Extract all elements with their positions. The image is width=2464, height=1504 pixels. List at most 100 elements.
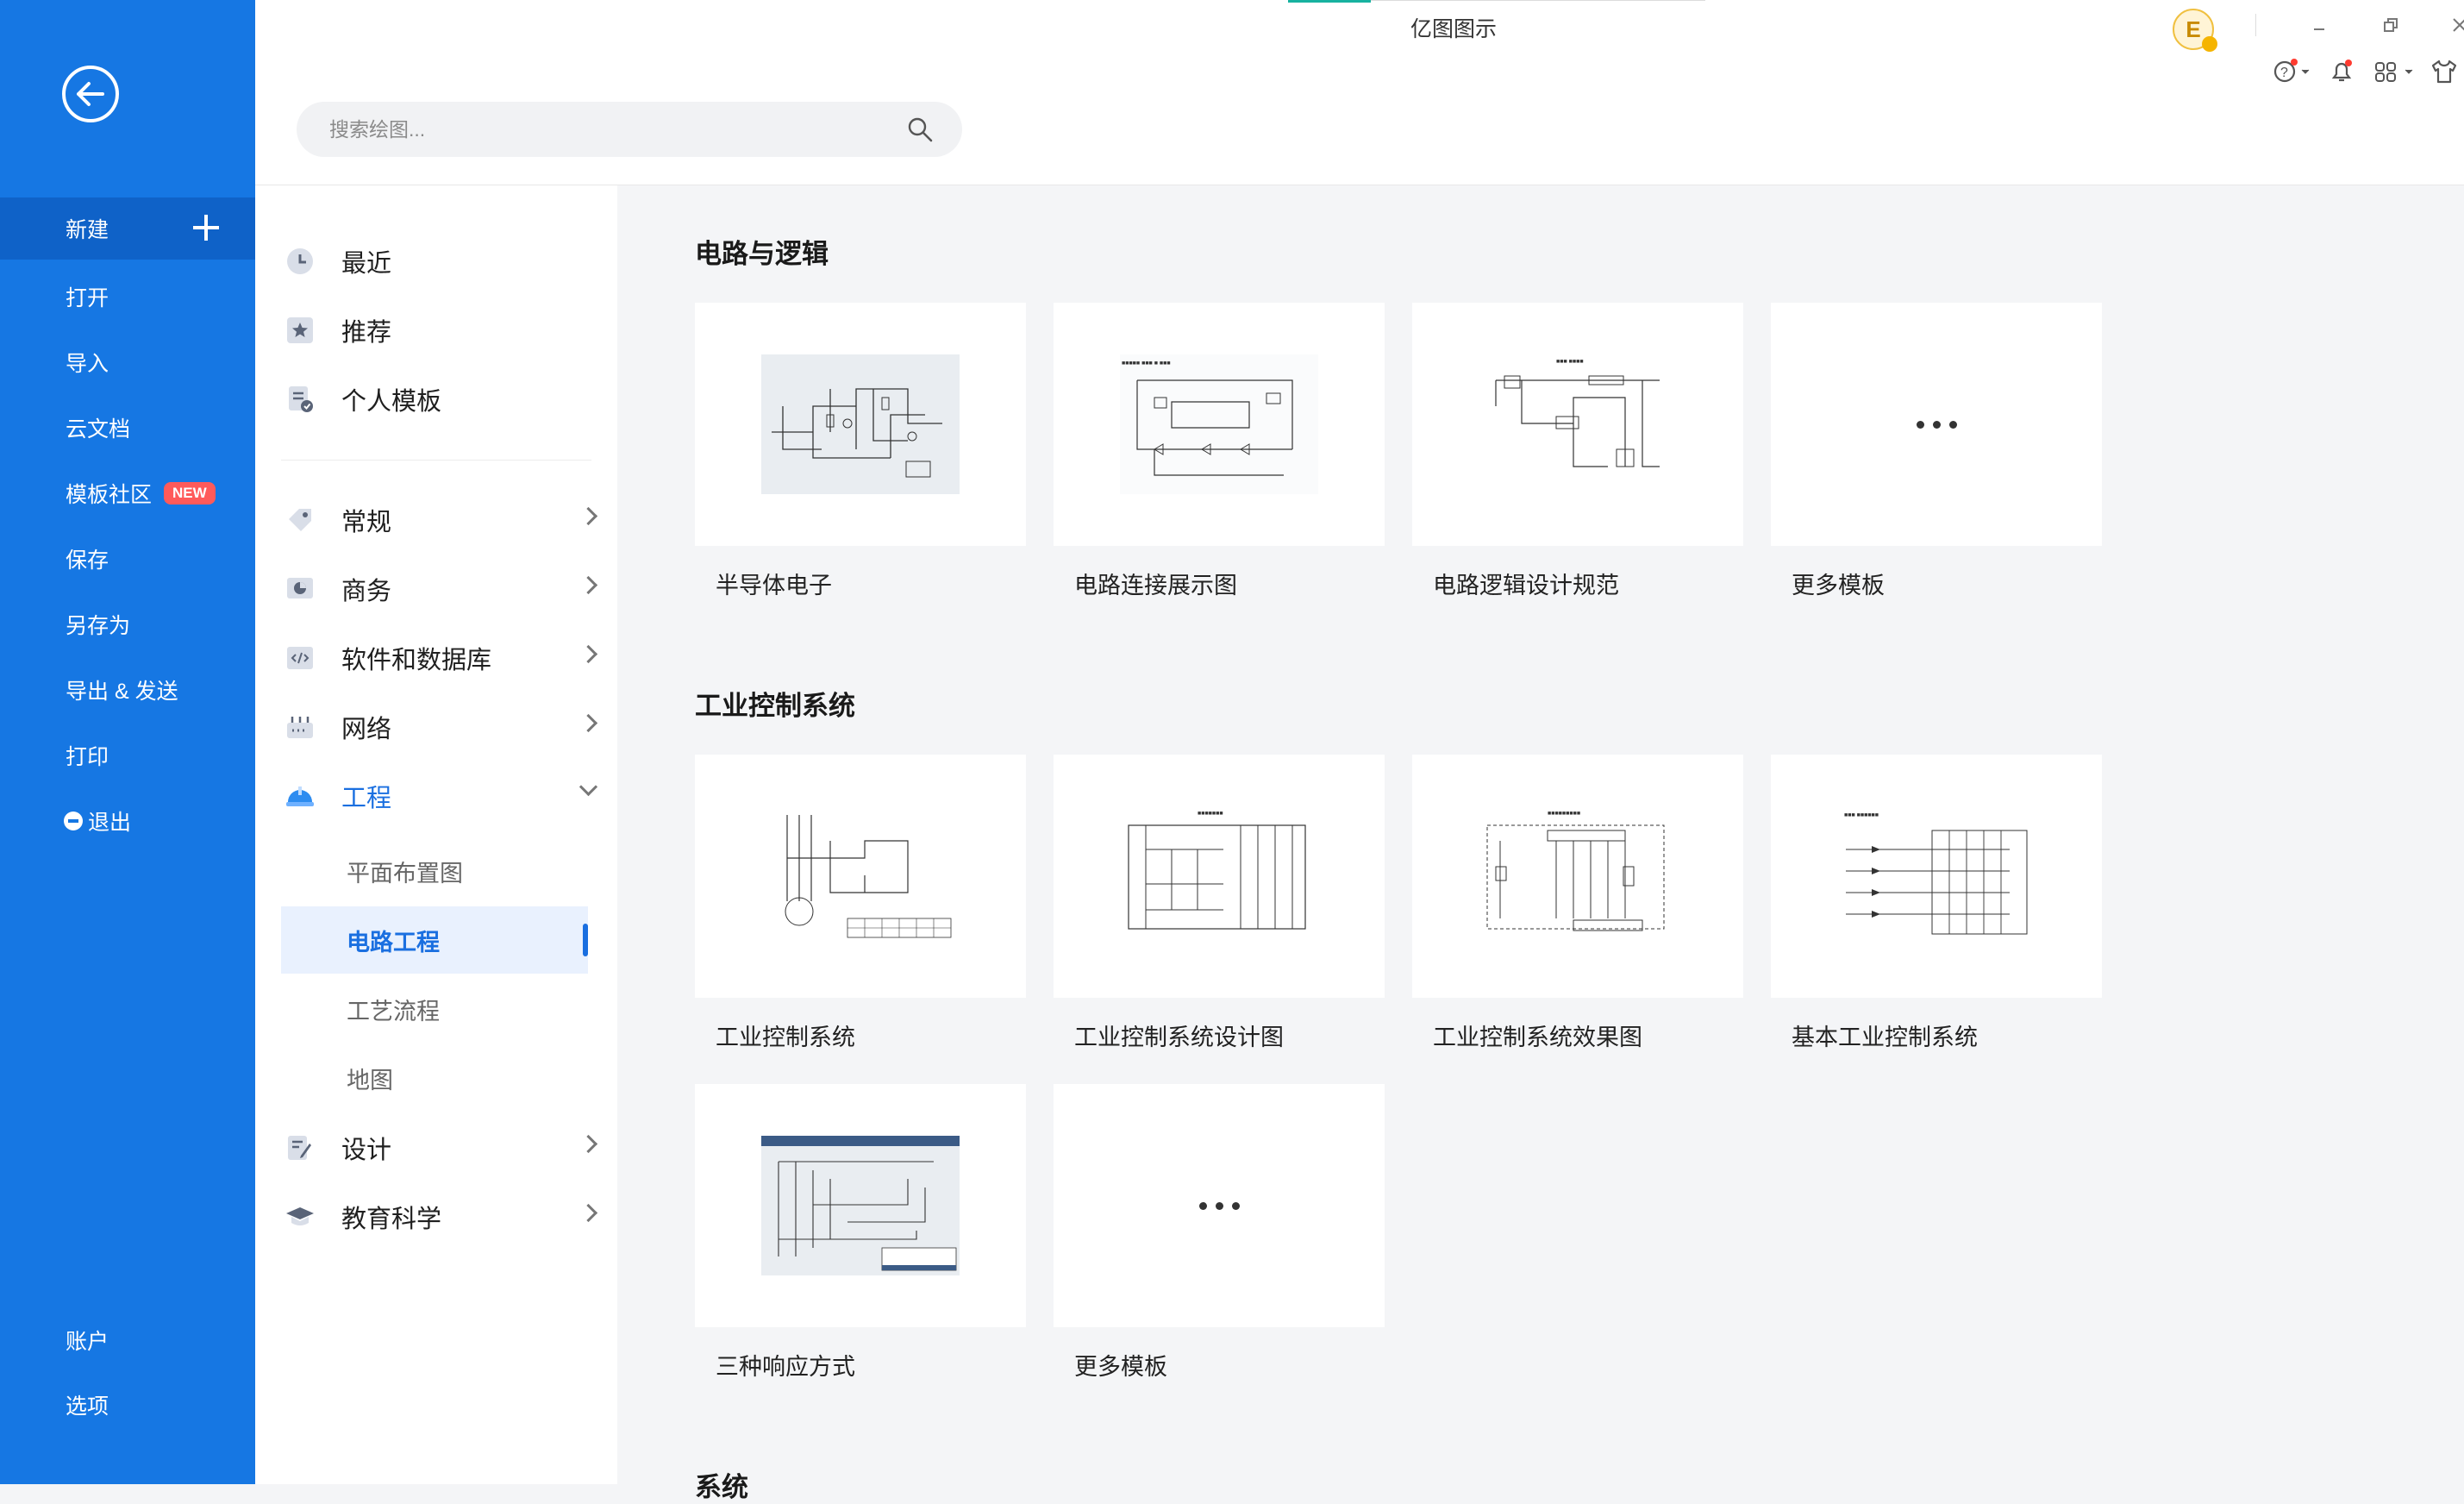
svg-text:?: ? (2280, 66, 2288, 80)
search-input[interactable] (328, 116, 883, 142)
nav-save[interactable]: 保存 (0, 528, 255, 590)
template-label-more-circuit-logic: 更多模板 (1792, 573, 1885, 598)
nav-new[interactable]: 新建 (0, 197, 255, 260)
nav-open[interactable]: 打开 (0, 266, 255, 328)
template-card-semiconductor[interactable] (695, 303, 1026, 546)
category-personal-templates[interactable]: 个人模板 (281, 368, 609, 430)
nav-exit[interactable]: 退出 (0, 790, 255, 852)
svg-text:■■■ ■■■■: ■■■ ■■■■ (1556, 359, 1584, 365)
nav-import[interactable]: 导入 (0, 331, 255, 393)
template-card-more-circuit-logic[interactable] (1771, 303, 2102, 546)
personal-template-icon (285, 384, 316, 415)
clock-icon (285, 246, 316, 277)
skin-button[interactable] (2430, 59, 2459, 89)
category-education-science-label: 教育科学 (341, 1206, 442, 1233)
subcategory-circuit-engineering[interactable]: 电路工程 (281, 906, 588, 974)
tag-icon (285, 504, 316, 536)
tshirt-icon (2431, 60, 2457, 84)
category-engineering[interactable]: 工程 (281, 765, 609, 827)
subcategory-circuit-engineering-label: 电路工程 (347, 929, 440, 956)
template-card-basic-industrial-control[interactable]: ■■■ ■■■■■■ (1771, 755, 2102, 998)
svg-text:■■■ ■■■■■■: ■■■ ■■■■■■ (1844, 812, 1879, 818)
svg-text:■■■■■■■■■: ■■■■■■■■■ (1548, 811, 1580, 817)
search-icon[interactable] (907, 116, 933, 142)
nav-options[interactable]: 选项 (0, 1374, 255, 1436)
nav-account-label: 账户 (66, 1330, 109, 1354)
template-thumbnail: ■■■■■■■ (1120, 806, 1318, 946)
subcategory-map[interactable]: 地图 (281, 1044, 588, 1112)
subcategory-process-flow-label: 工艺流程 (347, 998, 440, 1025)
chevron-right-icon (578, 506, 598, 526)
chevron-right-icon (578, 575, 598, 595)
nav-new-label: 新建 (66, 218, 109, 242)
nav-export-send[interactable]: 导出 & 发送 (0, 659, 255, 721)
subcategory-process-flow[interactable]: 工艺流程 (281, 975, 588, 1043)
bell-icon (2331, 60, 2352, 82)
template-card-industrial-control[interactable] (695, 755, 1026, 998)
nav-export-send-label: 导出 & 发送 (66, 680, 178, 704)
nav-save-as[interactable]: 另存为 (0, 593, 255, 655)
apps-grid-icon (2375, 62, 2413, 82)
svg-text:■■■■■ ■■■ ■ ■■■: ■■■■■ ■■■ ■ ■■■ (1122, 360, 1171, 367)
nav-account[interactable]: 账户 (0, 1309, 255, 1371)
nav-import-label: 导入 (66, 352, 109, 376)
search-box[interactable] (297, 102, 962, 157)
template-card-three-response-modes[interactable] (695, 1084, 1026, 1327)
template-thumbnail: ■■■ ■■■■■■ (1837, 806, 2036, 946)
category-business[interactable]: 商务 (281, 558, 609, 620)
help-button[interactable]: ? (2273, 59, 2311, 89)
template-label-semiconductor: 半导体电子 (716, 573, 832, 598)
template-thumbnail (761, 354, 960, 494)
exit-icon (64, 812, 83, 830)
chevron-down-icon (578, 777, 598, 797)
template-card-circuit-logic-spec[interactable]: ■■■ ■■■■ (1412, 303, 1743, 546)
category-design-label: 设计 (341, 1137, 392, 1164)
user-avatar[interactable]: E (2173, 9, 2217, 52)
nav-template-community[interactable]: 模板社区 NEW (0, 462, 255, 524)
close-button[interactable] (2452, 16, 2464, 38)
category-engineering-label: 工程 (341, 785, 392, 812)
notification-button[interactable] (2328, 59, 2355, 89)
template-label-industrial-control-design: 工业控制系统设计图 (1074, 1025, 1284, 1050)
back-button[interactable] (62, 66, 119, 122)
business-chart-icon (285, 573, 316, 605)
category-panel: 最近 推荐 个人模板 常规 商务 软件和数据库 网络 工程 平面布置图 电路工程… (255, 185, 617, 1484)
category-education-science[interactable]: 教育科学 (281, 1186, 609, 1248)
category-design[interactable]: 设计 (281, 1117, 609, 1179)
template-card-industrial-control-design[interactable]: ■■■■■■■ (1054, 755, 1385, 998)
template-thumbnail: ■■■■■■■■■ (1479, 806, 1677, 946)
template-label-industrial-control: 工业控制系统 (716, 1025, 855, 1050)
category-recent-label: 最近 (341, 250, 392, 278)
category-recommended[interactable]: 推荐 (281, 299, 609, 361)
template-label-more-industrial-control: 更多模板 (1074, 1354, 1167, 1380)
subcategory-floor-plan[interactable]: 平面布置图 (281, 837, 588, 905)
category-recent[interactable]: 最近 (281, 230, 609, 292)
template-card-circuit-connection[interactable]: ■■■■■ ■■■ ■ ■■■ (1054, 303, 1385, 546)
nav-cloud-docs[interactable]: 云文档 (0, 397, 255, 459)
category-general[interactable]: 常规 (281, 489, 609, 551)
chevron-right-icon (578, 644, 598, 664)
top-bar: 亿图图示 E ? (255, 0, 2464, 185)
left-navigation: 新建 打开 导入 云文档 模板社区 NEW 保存 另存为 导出 & 发送 打印 … (0, 0, 255, 1484)
nav-options-label: 选项 (66, 1394, 109, 1419)
titlebar-divider (2255, 14, 2256, 36)
chevron-right-icon (578, 1203, 598, 1223)
apps-button[interactable] (2373, 59, 2417, 89)
template-card-more-industrial-control[interactable] (1054, 1084, 1385, 1327)
minimize-button[interactable] (2312, 16, 2326, 38)
template-label-basic-industrial-control: 基本工业控制系统 (1792, 1025, 1978, 1050)
category-business-label: 商务 (341, 578, 392, 605)
nav-print[interactable]: 打印 (0, 724, 255, 786)
template-card-industrial-control-effect[interactable]: ■■■■■■■■■ (1412, 755, 1743, 998)
category-network[interactable]: 网络 (281, 696, 609, 758)
category-network-label: 网络 (341, 716, 392, 743)
new-badge: NEW (164, 482, 216, 504)
category-general-label: 常规 (341, 509, 392, 536)
nav-save-label: 保存 (66, 548, 109, 573)
template-label-circuit-connection: 电路连接展示图 (1074, 573, 1237, 598)
window-title: 亿图图示 (1410, 17, 1498, 41)
restore-button[interactable] (2383, 16, 2398, 38)
vip-badge-icon (2202, 36, 2217, 52)
category-software-database[interactable]: 软件和数据库 (281, 627, 609, 689)
category-recommended-label: 推荐 (341, 319, 392, 347)
